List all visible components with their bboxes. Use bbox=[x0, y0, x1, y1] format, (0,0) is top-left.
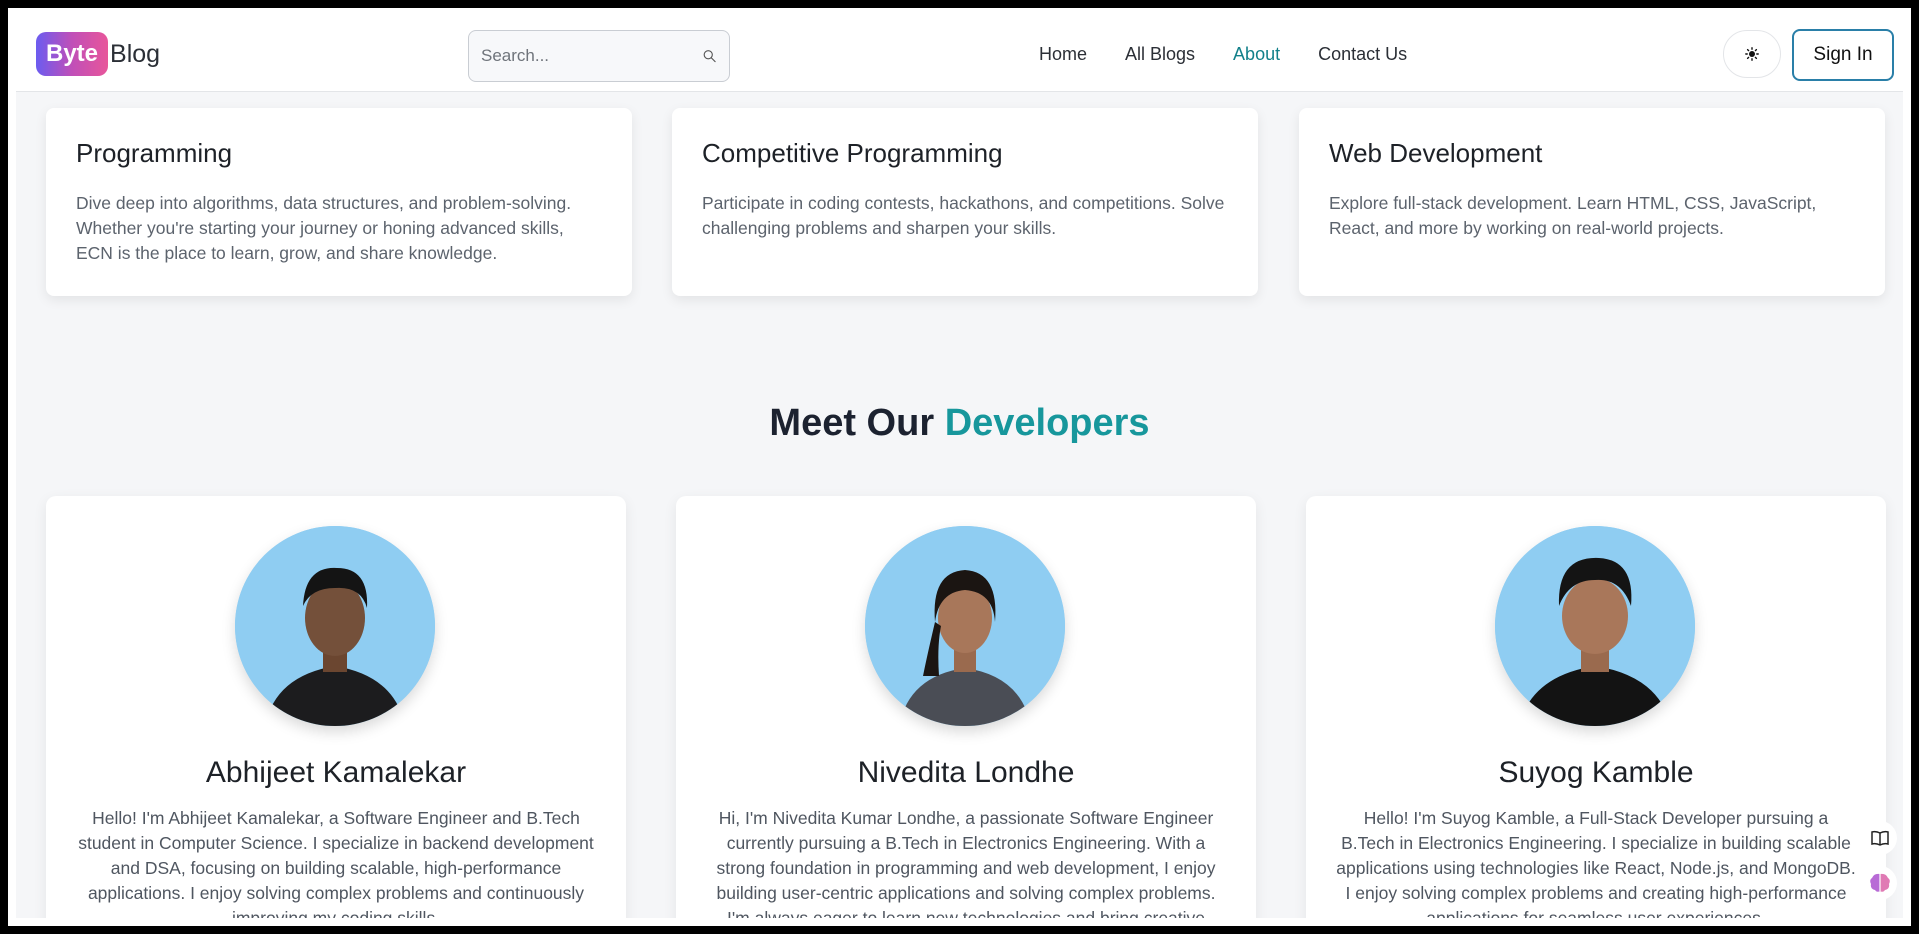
category-card-programming[interactable]: Programming Dive deep into algorithms, d… bbox=[46, 108, 632, 296]
developer-name: Suyog Kamble bbox=[1498, 756, 1694, 789]
category-card-competitive-programming[interactable]: Competitive Programming Participate in c… bbox=[672, 108, 1258, 296]
category-card-web-development[interactable]: Web Development Explore full-stack devel… bbox=[1299, 108, 1885, 296]
book-icon bbox=[1871, 830, 1889, 846]
developer-name: Nivedita Londhe bbox=[857, 756, 1075, 789]
developer-bio: Hello! I'm Abhijeet Kamalekar, a Softwar… bbox=[78, 808, 594, 918]
logo-text: Blog bbox=[110, 39, 161, 68]
nav-home[interactable]: Home bbox=[1039, 44, 1087, 65]
nav-about[interactable]: About bbox=[1233, 44, 1280, 65]
main-nav: Home All Blogs About Contact Us bbox=[1039, 16, 1445, 92]
section-title-part1: Meet Our bbox=[769, 402, 935, 444]
theme-toggle-button[interactable] bbox=[1723, 30, 1781, 78]
developer-card: Abhijeet Kamalekar Hello! I'm Abhijeet K… bbox=[46, 496, 626, 918]
person-photo-icon bbox=[865, 526, 1065, 726]
avatar bbox=[235, 526, 435, 726]
category-description: Participate in coding contests, hackatho… bbox=[702, 193, 1225, 238]
developer-name: Abhijeet Kamalekar bbox=[205, 756, 467, 789]
developer-card: Suyog Kamble Hello! I'm Suyog Kamble, a … bbox=[1306, 496, 1886, 918]
reader-button[interactable] bbox=[1863, 821, 1897, 855]
developer-card: Nivedita Londhe Hi, I'm Nivedita Kumar L… bbox=[676, 496, 1256, 918]
avatar bbox=[1495, 526, 1695, 726]
logo[interactable]: Byte Blog bbox=[36, 32, 160, 76]
category-description: Dive deep into algorithms, data structur… bbox=[76, 193, 572, 263]
ai-assistant-button[interactable] bbox=[1863, 866, 1897, 900]
avatar bbox=[865, 526, 1065, 726]
category-title: Web Development bbox=[1329, 138, 1543, 168]
category-title: Programming bbox=[76, 138, 233, 168]
search-box bbox=[468, 30, 730, 82]
section-title: Meet Our Developers bbox=[16, 402, 1903, 445]
category-title: Competitive Programming bbox=[702, 138, 1003, 168]
brain-icon bbox=[1870, 873, 1890, 892]
browser-frame: Byte Blog Home All Blogs About Contact U… bbox=[6, 6, 1913, 928]
nav-all-blogs[interactable]: All Blogs bbox=[1125, 44, 1195, 65]
logo-badge: Byte bbox=[36, 32, 109, 76]
search-icon[interactable] bbox=[702, 44, 717, 68]
developer-bio: Hi, I'm Nivedita Kumar Londhe, a passion… bbox=[716, 808, 1216, 918]
nav-contact-us[interactable]: Contact Us bbox=[1318, 44, 1407, 65]
person-photo-icon bbox=[1495, 526, 1695, 726]
section-title-accent: Developers bbox=[944, 402, 1150, 444]
page: Byte Blog Home All Blogs About Contact U… bbox=[16, 16, 1903, 918]
person-photo-icon bbox=[235, 526, 435, 726]
sign-in-button[interactable]: Sign In bbox=[1792, 29, 1894, 81]
category-description: Explore full-stack development. Learn HT… bbox=[1329, 193, 1817, 238]
navbar: Byte Blog Home All Blogs About Contact U… bbox=[16, 16, 1903, 92]
developer-bio: Hello! I'm Suyog Kamble, a Full-Stack De… bbox=[1336, 808, 1856, 918]
search-input[interactable] bbox=[481, 46, 702, 66]
sun-icon bbox=[1745, 47, 1759, 61]
